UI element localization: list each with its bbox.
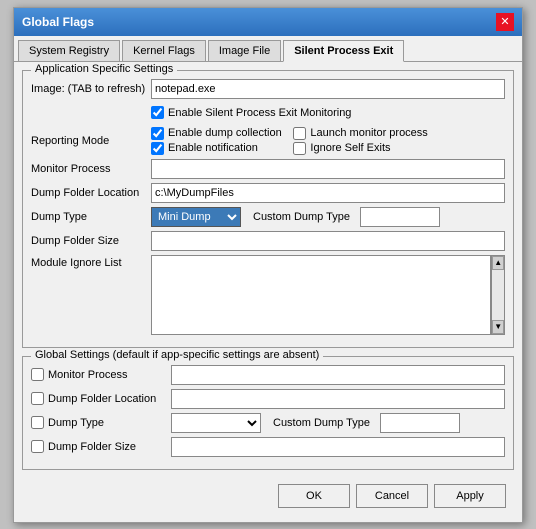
close-button[interactable]: ✕ [496, 13, 514, 31]
apply-button[interactable]: Apply [434, 484, 506, 508]
global-monitor-row: Monitor Process [31, 365, 505, 385]
image-label: Image: (TAB to refresh) [31, 83, 151, 95]
module-ignore-scrollbar[interactable]: ▲ ▼ [491, 255, 505, 335]
reporting-mode-label: Reporting Mode [31, 135, 151, 147]
enable-monitoring-text: Enable Silent Process Exit Monitoring [168, 107, 351, 119]
custom-dump-type-input[interactable] [360, 207, 440, 227]
enable-dump-text: Enable dump collection [168, 127, 282, 139]
module-ignore-textarea[interactable] [151, 255, 491, 335]
ok-button[interactable]: OK [278, 484, 350, 508]
global-dump-folder-checkbox[interactable] [31, 392, 44, 405]
dump-folder-size-label: Dump Folder Size [31, 235, 151, 247]
global-dump-size-text: Dump Folder Size [48, 441, 136, 453]
app-specific-group: Application Specific Settings Image: (TA… [22, 70, 514, 348]
module-ignore-label: Module Ignore List [31, 255, 151, 269]
global-monitor-checkbox[interactable] [31, 368, 44, 381]
footer-buttons: OK Cancel Apply [22, 478, 514, 514]
dump-folder-size-row: Dump Folder Size [31, 231, 505, 251]
reporting-grid: Enable dump collection Launch monitor pr… [151, 127, 428, 155]
dump-folder-row: Dump Folder Location [31, 183, 505, 203]
tab-bar: System Registry Kernel Flags Image File … [14, 36, 522, 62]
global-dump-folder-input[interactable] [171, 389, 505, 409]
tab-silent-process-exit[interactable]: Silent Process Exit [283, 40, 404, 62]
global-settings-label: Global Settings (default if app-specific… [31, 349, 323, 361]
global-dump-size-row: Dump Folder Size [31, 437, 505, 457]
global-dump-type-select[interactable] [171, 413, 261, 433]
global-dump-folder-check-label[interactable]: Dump Folder Location [31, 392, 171, 405]
monitor-process-row: Monitor Process [31, 159, 505, 179]
dump-type-label: Dump Type [31, 211, 151, 223]
enable-dump-label[interactable]: Enable dump collection [151, 127, 285, 140]
global-monitor-input[interactable] [171, 365, 505, 385]
global-dump-type-check-label[interactable]: Dump Type [31, 416, 171, 429]
scrollbar-track [492, 270, 504, 320]
enable-notification-label[interactable]: Enable notification [151, 142, 285, 155]
dump-folder-input[interactable] [151, 183, 505, 203]
scrollbar-up-button[interactable]: ▲ [492, 256, 504, 270]
global-dump-size-checkbox[interactable] [31, 440, 44, 453]
ignore-self-label[interactable]: Ignore Self Exits [293, 142, 427, 155]
global-monitor-text: Monitor Process [48, 369, 127, 381]
reporting-mode-row: Reporting Mode Enable dump collection La… [31, 127, 505, 155]
enable-dump-checkbox[interactable] [151, 127, 164, 140]
global-dump-folder-row: Dump Folder Location [31, 389, 505, 409]
image-content [151, 79, 505, 99]
tab-image-file[interactable]: Image File [208, 40, 281, 61]
global-dump-folder-text: Dump Folder Location [48, 393, 156, 405]
scrollbar-down-button[interactable]: ▼ [492, 320, 504, 334]
global-settings-group: Global Settings (default if app-specific… [22, 356, 514, 470]
content-area: Application Specific Settings Image: (TA… [14, 62, 522, 522]
enable-notification-text: Enable notification [168, 142, 258, 154]
global-dump-size-check-label[interactable]: Dump Folder Size [31, 440, 171, 453]
launch-monitor-checkbox[interactable] [293, 127, 306, 140]
monitor-process-label: Monitor Process [31, 163, 151, 175]
custom-dump-type-label: Custom Dump Type [253, 211, 350, 223]
dump-type-select[interactable]: Mini Dump Full Dump Heap Dump [151, 207, 241, 227]
module-ignore-row: Module Ignore List ▲ ▼ [31, 255, 505, 335]
title-bar: Global Flags ✕ [14, 8, 522, 36]
global-dump-type-checkbox[interactable] [31, 416, 44, 429]
dump-folder-size-input[interactable] [151, 231, 505, 251]
tab-system-registry[interactable]: System Registry [18, 40, 120, 61]
main-window: Global Flags ✕ System Registry Kernel Fl… [13, 7, 523, 523]
ignore-self-text: Ignore Self Exits [310, 142, 390, 154]
global-custom-dump-input[interactable] [380, 413, 460, 433]
enable-notification-checkbox[interactable] [151, 142, 164, 155]
window-title: Global Flags [22, 15, 94, 29]
global-dump-type-text: Dump Type [48, 417, 104, 429]
enable-monitoring-checkbox[interactable] [151, 106, 164, 119]
image-row: Image: (TAB to refresh) [31, 79, 505, 99]
enable-monitoring-row: Enable Silent Process Exit Monitoring [31, 103, 505, 123]
launch-monitor-label[interactable]: Launch monitor process [293, 127, 427, 140]
monitor-process-input[interactable] [151, 159, 505, 179]
enable-monitoring-check-label[interactable]: Enable Silent Process Exit Monitoring [151, 106, 351, 119]
dump-folder-label: Dump Folder Location [31, 187, 151, 199]
tab-kernel-flags[interactable]: Kernel Flags [122, 40, 206, 61]
global-custom-dump-label: Custom Dump Type [273, 417, 370, 429]
global-dump-size-input[interactable] [171, 437, 505, 457]
ignore-self-checkbox[interactable] [293, 142, 306, 155]
launch-monitor-text: Launch monitor process [310, 127, 427, 139]
global-dump-type-row: Dump Type Custom Dump Type [31, 413, 505, 433]
global-monitor-check-label[interactable]: Monitor Process [31, 368, 171, 381]
app-specific-label: Application Specific Settings [31, 63, 177, 75]
dump-type-row: Dump Type Mini Dump Full Dump Heap Dump … [31, 207, 505, 227]
image-input[interactable] [151, 79, 505, 99]
cancel-button[interactable]: Cancel [356, 484, 428, 508]
